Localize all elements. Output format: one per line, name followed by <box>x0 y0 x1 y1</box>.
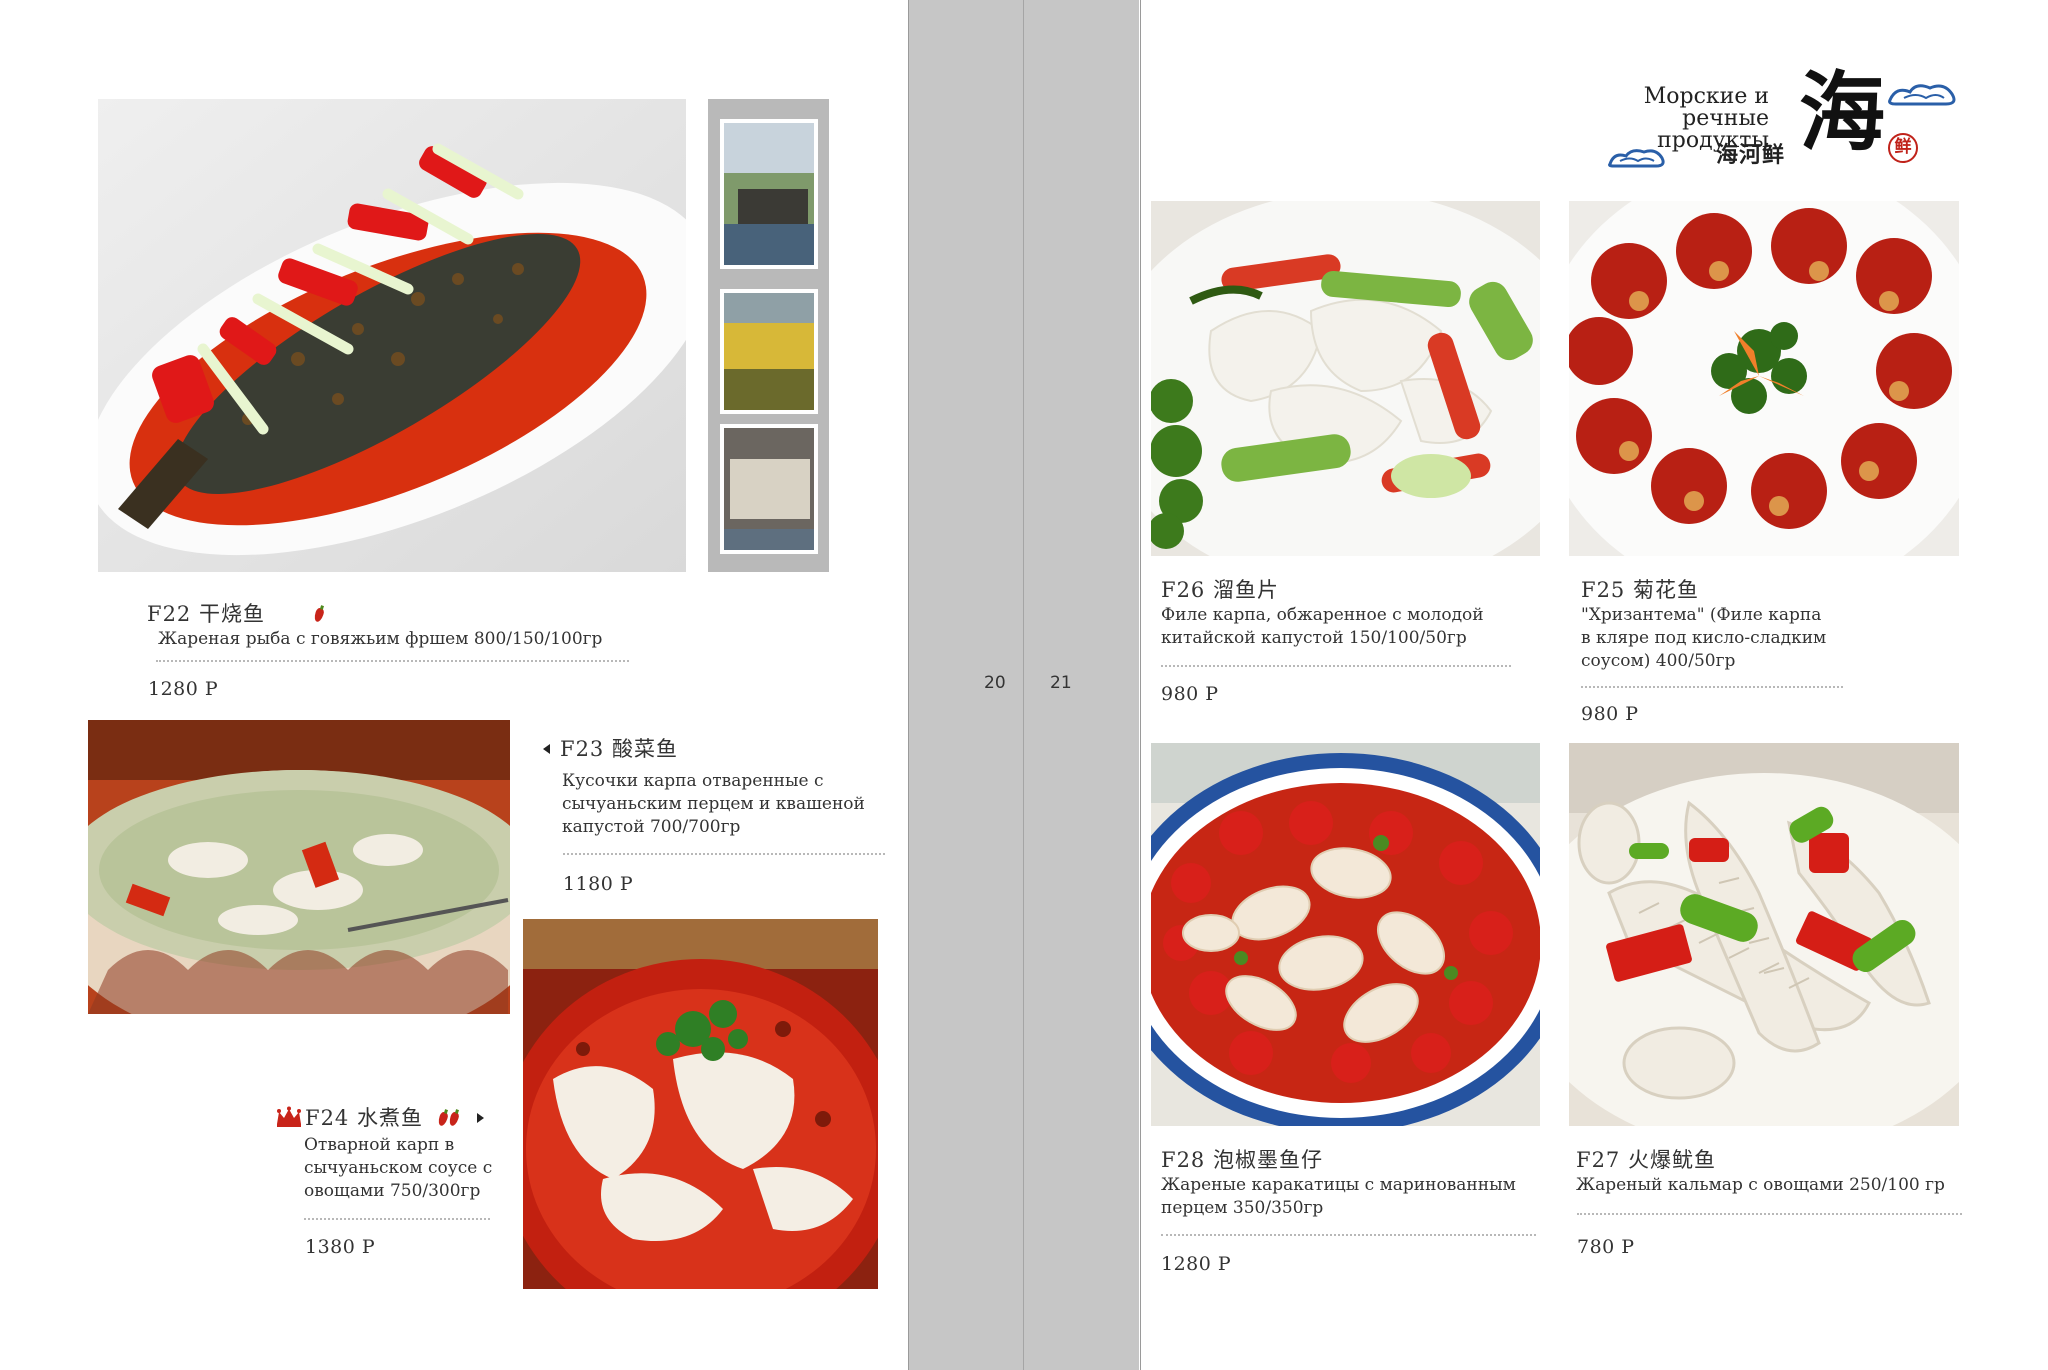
menu-page-left: F22 干烧鱼 Жареная рыба с говяжьим фршем 80… <box>0 0 909 1370</box>
f26-dish-photo <box>1151 201 1540 556</box>
f22-dish-name: F22 干烧鱼 <box>147 598 325 628</box>
f24-dish-photo <box>523 919 878 1289</box>
f27-price: 780 Р <box>1577 1236 1635 1258</box>
divider <box>304 1218 490 1220</box>
f25-description: "Хризантема" (Филе карпа в кляре под кис… <box>1581 604 1826 673</box>
f24-description: Отварной карп в сычуаньском соусе с овощ… <box>304 1134 492 1203</box>
pepper-icon <box>312 607 325 623</box>
cloud-ornament-icon <box>1886 80 1958 114</box>
f23-price: 1180 Р <box>563 873 634 895</box>
f22-price: 1280 Р <box>148 678 219 700</box>
divider <box>1577 1213 1962 1215</box>
scenic-photo-strip <box>708 99 829 572</box>
divider <box>1161 1234 1536 1236</box>
f28-description: Жареные каракатицы с маринованным перцем… <box>1161 1174 1516 1220</box>
section-calligraphy-char: 海 <box>1799 62 1885 163</box>
divider <box>156 660 629 662</box>
f28-description-line: Жареные каракатицы с маринованным <box>1161 1175 1516 1195</box>
f22-dish-photo <box>98 99 686 572</box>
f26-description-line: Филе карпа, обжаренное с молодой <box>1161 605 1484 625</box>
f25-dish-name: F25 菊花鱼 <box>1581 578 1699 602</box>
f22-code-label: F22 干烧鱼 <box>147 602 265 626</box>
page-number-right: 21 <box>1050 673 1072 693</box>
menu-page-right: Морские и речные продукты 海河鲜 海 鲜 F26 溜鱼… <box>1140 0 2048 1370</box>
f23-description-line: капустой 700/700гр <box>562 817 741 837</box>
f27-description: Жареный кальмар с овощами 250/100 гр <box>1576 1175 1945 1195</box>
f28-description-line: перцем 350/350гр <box>1161 1198 1324 1218</box>
section-title-ru-line: Морские и речные <box>1643 84 1769 131</box>
book-gutter-right <box>1024 0 1139 1370</box>
f28-price: 1280 Р <box>1161 1253 1232 1275</box>
pepper-icon <box>436 1111 449 1127</box>
f23-description-line: Кусочки карпа отваренные с <box>562 771 824 791</box>
f24-code-label: F24 水煮鱼 <box>305 1106 423 1130</box>
crown-icon <box>277 1106 301 1127</box>
f22-description: Жареная рыба с говяжьим фршем 800/150/10… <box>158 629 603 649</box>
f24-description-line: овощами 750/300гр <box>304 1181 481 1201</box>
f24-description-line: сычуаньском соусе с <box>304 1158 493 1178</box>
f26-price: 980 Р <box>1161 683 1219 705</box>
page-number-left: 20 <box>984 673 1006 693</box>
f28-dish-name: F28 泡椒墨鱼仔 <box>1161 1148 1323 1172</box>
divider <box>1161 665 1511 667</box>
f25-price: 980 Р <box>1581 703 1639 725</box>
seal-stamp: 鲜 <box>1888 133 1918 163</box>
f26-dish-name: F26 溜鱼片 <box>1161 578 1279 602</box>
f25-description-line: "Хризантема" (Филе карпа <box>1581 605 1822 625</box>
section-title-zh: 海河鲜 <box>1716 142 1786 168</box>
f23-description-line: сычуаньским перцем и квашеной <box>562 794 865 814</box>
f24-dish-name: F24 水煮鱼 <box>275 1102 485 1132</box>
divider <box>563 853 885 855</box>
f25-description-line: соусом) 400/50гр <box>1581 651 1736 671</box>
f23-description: Кусочки карпа отваренные с сычуаньским п… <box>562 770 865 839</box>
arrow-right-icon <box>477 1113 485 1123</box>
f26-description: Филе карпа, обжаренное с молодой китайск… <box>1161 604 1484 650</box>
divider <box>1581 686 1843 688</box>
f23-dish-photo <box>88 720 510 1014</box>
arrow-left-icon <box>543 744 550 754</box>
f25-dish-photo <box>1569 201 1959 556</box>
book-gutter-left <box>909 0 1024 1370</box>
f26-description-line: китайской капустой 150/100/50гр <box>1161 628 1467 648</box>
pepper-icon <box>447 1111 460 1127</box>
f27-dish-name: F27 火爆鱿鱼 <box>1576 1148 1716 1172</box>
section-header: Морские и речные продукты 海河鲜 海 鲜 <box>1141 0 2048 190</box>
f27-dish-photo <box>1569 743 1959 1126</box>
f25-description-line: в кляре под кисло-сладким <box>1581 628 1827 648</box>
f28-dish-photo <box>1151 743 1540 1126</box>
f23-code-label: F23 酸菜鱼 <box>560 737 678 761</box>
f23-dish-name: F23 酸菜鱼 <box>543 733 678 763</box>
f24-description-line: Отварной карп в <box>304 1135 455 1155</box>
f24-price: 1380 Р <box>305 1236 376 1258</box>
